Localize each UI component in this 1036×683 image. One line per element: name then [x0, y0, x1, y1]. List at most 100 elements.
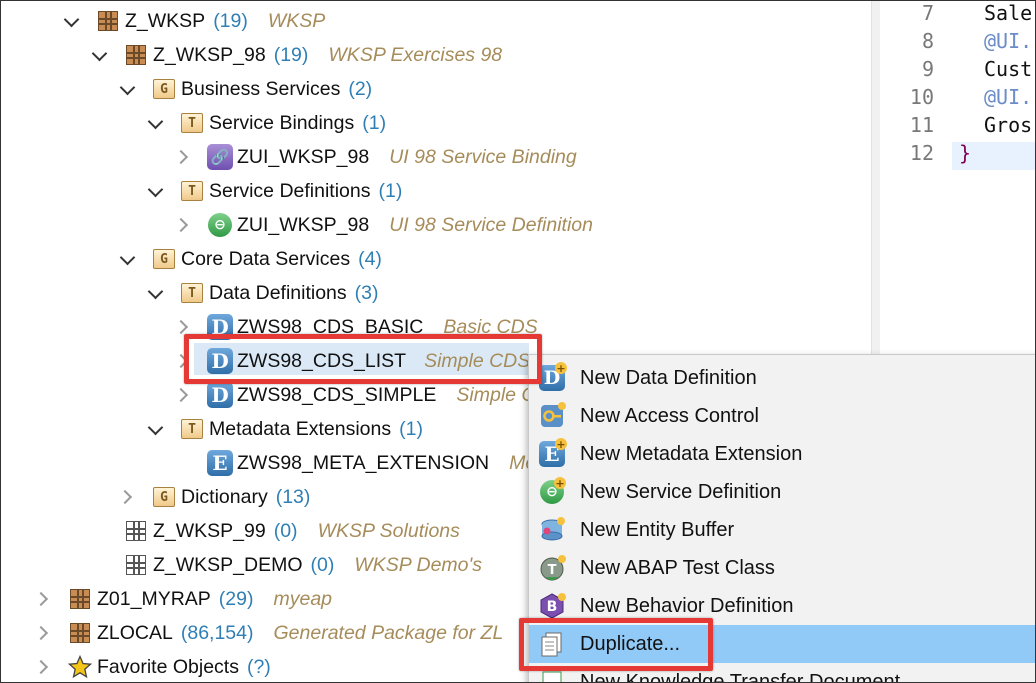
- menu-item[interactable]: ⊖ + New Service Definition: [529, 473, 1035, 511]
- tree-node-label: Z_WKSP_98: [153, 43, 266, 66]
- tree-node[interactable]: Z01_MYRAP (29) myeap: [35, 582, 332, 616]
- menu-item[interactable]: D + New Data Definition: [529, 359, 1035, 397]
- tree-node-description: WKSP Exercises 98: [328, 43, 503, 66]
- line-number: 12: [909, 141, 934, 165]
- tree-node-label: ZWS98_META_EXTENSION: [237, 451, 490, 474]
- data-definition-icon: D: [207, 382, 233, 408]
- tree-node-description: WKSP: [267, 9, 326, 32]
- tree-node-count: (4): [358, 247, 382, 270]
- tree-node-label: ZUI_WKSP_98: [237, 213, 370, 236]
- code-line[interactable]: Gros: [984, 113, 1032, 137]
- tree-node[interactable]: T Service Bindings (1): [147, 106, 386, 140]
- empty-package-icon: [123, 552, 149, 578]
- line-number: 10: [909, 85, 934, 109]
- collapse-chevron-icon[interactable]: [147, 420, 165, 438]
- tree-node[interactable]: 🔗 ZUI_WKSP_98 UI 98 Service Binding: [175, 140, 577, 174]
- collapse-chevron-icon[interactable]: [63, 12, 81, 30]
- tree-node-count: (29): [218, 587, 254, 610]
- type-folder-icon: T: [179, 416, 205, 442]
- expand-chevron-icon[interactable]: [119, 488, 137, 506]
- tree-node[interactable]: T Service Definitions (1): [147, 174, 402, 208]
- group-folder-icon: G: [151, 484, 177, 510]
- tree-node[interactable]: G Dictionary (13): [119, 480, 310, 514]
- code-line[interactable]: @UI.: [984, 85, 1032, 109]
- tree-node-label: ZLOCAL: [97, 621, 173, 644]
- menu-item[interactable]: New Access Control: [529, 397, 1035, 435]
- tree-node-count: (2): [348, 77, 373, 100]
- empty-package-icon: [123, 518, 149, 544]
- menu-item[interactable]: New Entity Buffer: [529, 511, 1035, 549]
- tree-node-label: Service Bindings: [209, 111, 355, 134]
- package-icon: [67, 620, 93, 646]
- tree-node[interactable]: T Metadata Extensions (1): [147, 412, 423, 446]
- line-number: 7: [921, 1, 934, 25]
- menu-item-label: New ABAP Test Class: [580, 556, 775, 579]
- tree-node[interactable]: G Core Data Services (4): [119, 242, 382, 276]
- code-line[interactable]: }: [959, 141, 971, 165]
- menu-item-label: New Knowledge Transfer Document: [580, 670, 901, 683]
- metadata-extension-icon: E: [207, 450, 233, 476]
- expand-chevron-icon[interactable]: [35, 624, 53, 642]
- menu-item[interactable]: T New ABAP Test Class: [529, 549, 1035, 587]
- tree-node-label: Core Data Services: [181, 247, 351, 270]
- screenshot-frame: Z_WKSP (19) WKSP Z_WKSP_98 (19) WKSP Exercise…: [0, 0, 1036, 683]
- package-icon: [95, 8, 121, 34]
- tree-node-count: (86,154): [180, 621, 254, 644]
- tree-node-label: Z_WKSP_99: [153, 519, 266, 542]
- tree-node[interactable]: Z_WKSP_99 (0) WKSP Solutions: [91, 514, 460, 548]
- group-folder-icon: G: [151, 246, 177, 272]
- line-number: 11: [909, 113, 934, 137]
- highlight-box-duplicate: [519, 618, 713, 671]
- code-line[interactable]: @UI.: [984, 29, 1032, 53]
- package-icon: [123, 42, 149, 68]
- tree-node-count: (19): [213, 9, 248, 32]
- tree-node[interactable]: Z_WKSP_DEMO (0) WKSP Demo's: [91, 548, 482, 582]
- service-definition-icon: ⊖: [207, 212, 233, 238]
- new-abap-test-class-icon: T: [537, 553, 567, 583]
- svg-text:B: B: [547, 599, 558, 615]
- tree-node[interactable]: G Business Services (2): [119, 72, 372, 106]
- tree-node-label: Z_WKSP_DEMO: [153, 553, 303, 576]
- svg-text:T: T: [548, 563, 557, 578]
- menu-item-label: New Data Definition: [580, 366, 757, 389]
- tree-node[interactable]: T Data Definitions (3): [147, 276, 379, 310]
- expand-chevron-icon[interactable]: [175, 386, 193, 404]
- line-number: 9: [921, 57, 934, 81]
- tree-node[interactable]: Z_WKSP_98 (19) WKSP Exercises 98: [91, 38, 502, 72]
- collapse-chevron-icon[interactable]: [119, 250, 137, 268]
- expand-chevron-icon[interactable]: [175, 148, 193, 166]
- collapse-chevron-icon[interactable]: [147, 182, 165, 200]
- tree-node[interactable]: E ZWS98_META_EXTENSION Me: [175, 446, 536, 480]
- type-folder-icon: T: [179, 110, 205, 136]
- collapse-chevron-icon[interactable]: [147, 284, 165, 302]
- tree-node-description: myeap: [273, 587, 333, 610]
- tree-node-label: Dictionary: [181, 485, 268, 508]
- tree-node-count: (1): [399, 417, 423, 440]
- tree-node-label: Metadata Extensions: [209, 417, 392, 440]
- expand-chevron-icon[interactable]: [35, 590, 53, 608]
- tree-node-label: Data Definitions: [209, 281, 347, 304]
- tree-node[interactable]: Z_WKSP (19) WKSP: [63, 4, 325, 38]
- expand-chevron-icon[interactable]: [35, 658, 53, 676]
- line-number: 8: [921, 29, 934, 53]
- tree-node[interactable]: ⊖ ZUI_WKSP_98 UI 98 Service Definition: [175, 208, 593, 242]
- tree-node-count: (19): [273, 43, 309, 66]
- menu-item-label: New Behavior Definition: [580, 594, 794, 617]
- type-folder-icon: T: [179, 178, 205, 204]
- tree-node-label: ZWS98_CDS_SIMPLE: [237, 383, 437, 406]
- code-line[interactable]: Sale: [984, 1, 1032, 25]
- tree-node[interactable]: Favorite Objects (?): [35, 650, 271, 682]
- collapse-chevron-icon[interactable]: [91, 46, 109, 64]
- new-behavior-definition-icon: B: [537, 591, 567, 621]
- expand-chevron-icon[interactable]: [175, 216, 193, 234]
- collapse-chevron-icon[interactable]: [119, 80, 137, 98]
- tree-node-description: UI 98 Service Definition: [389, 213, 593, 236]
- editor-line-numbers: 7 8 9 10 11 12: [880, 1, 952, 356]
- tree-node[interactable]: ZLOCAL (86,154) Generated Package for ZL: [35, 616, 503, 650]
- group-folder-icon: G: [151, 76, 177, 102]
- tree-node-label: Z01_MYRAP: [97, 587, 211, 610]
- menu-item[interactable]: E + New Metadata Extension: [529, 435, 1035, 473]
- code-line[interactable]: Cust: [984, 57, 1032, 81]
- menu-item-label: New Metadata Extension: [580, 442, 803, 465]
- collapse-chevron-icon[interactable]: [147, 114, 165, 132]
